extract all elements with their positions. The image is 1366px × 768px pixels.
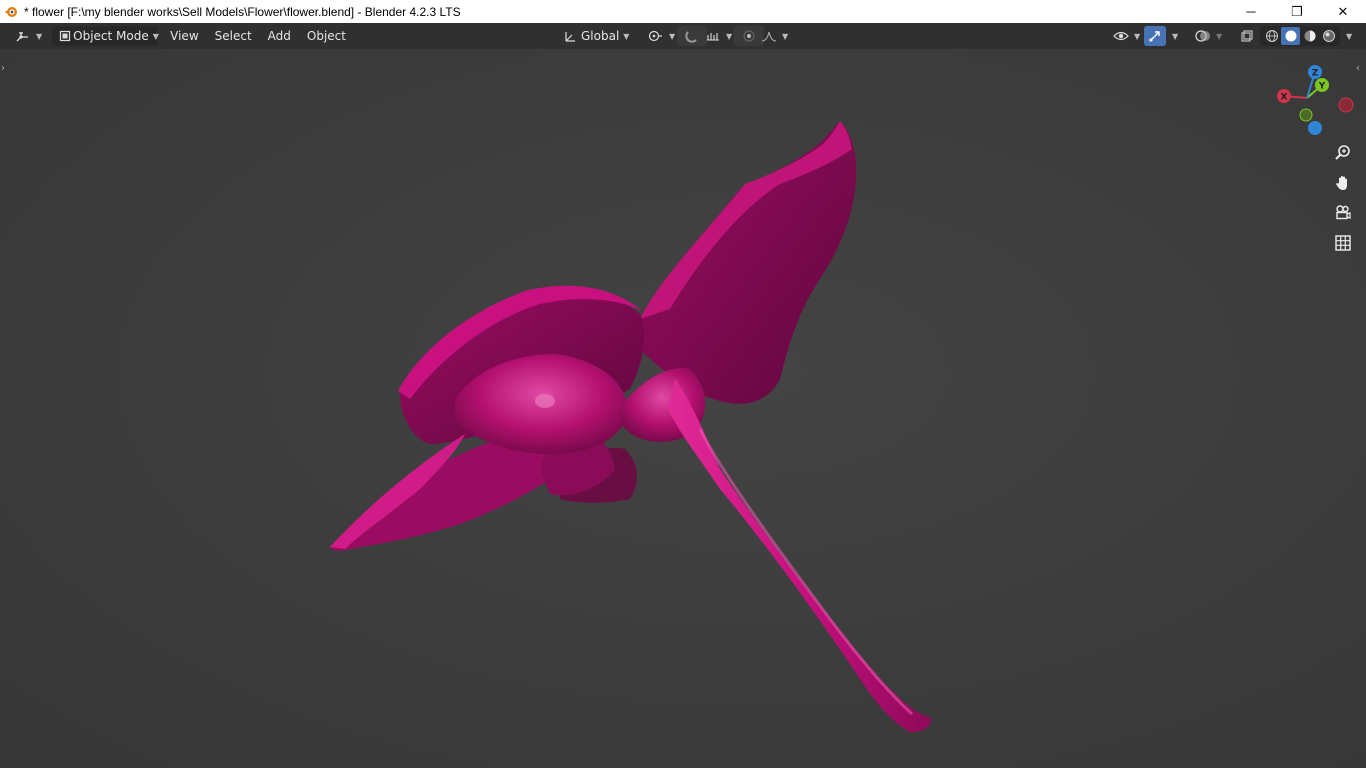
overlays-icon xyxy=(1194,27,1212,45)
wireframe-shading-icon[interactable] xyxy=(1262,27,1281,45)
chevron-down-icon: ▼ xyxy=(726,31,733,41)
minimize-button[interactable]: ─ xyxy=(1228,0,1274,23)
menu-object[interactable]: Object xyxy=(301,26,352,46)
negative-x-axis-icon xyxy=(1338,97,1354,113)
visibility-dropdown[interactable]: ▼ xyxy=(1106,26,1146,46)
navigation-gizmo[interactable]: X Y Z xyxy=(1270,63,1360,143)
perspective-toggle-button[interactable] xyxy=(1329,231,1357,259)
center-highlight xyxy=(535,394,555,408)
window-title: * flower [F:\my blender works\Sell Model… xyxy=(24,4,461,19)
snap-increment-icon xyxy=(704,27,722,45)
camera-view-button[interactable] xyxy=(1329,201,1357,229)
camera-icon xyxy=(1334,204,1352,226)
chevron-down-icon: ▼ xyxy=(1172,31,1179,41)
chevron-down-icon: ▼ xyxy=(623,31,630,41)
negative-z-axis-icon xyxy=(1308,121,1322,135)
viewport-icon xyxy=(14,27,32,45)
gizmo-dropdown[interactable]: ▼ xyxy=(1164,26,1182,46)
object-mode-icon xyxy=(59,27,71,45)
grid-icon xyxy=(1334,234,1352,256)
falloff-curve-icon xyxy=(760,27,778,45)
falloff-dropdown[interactable]: ▼ xyxy=(754,26,794,46)
editor-type-button[interactable]: ▼ xyxy=(8,26,48,46)
y-axis-label: Y xyxy=(1318,82,1326,92)
zoom-icon xyxy=(1334,144,1352,166)
overlays-toggle[interactable]: ▼ xyxy=(1188,26,1228,46)
chevron-down-icon: ▼ xyxy=(782,31,789,41)
flower-model[interactable] xyxy=(0,49,1366,768)
shading-options-dropdown[interactable]: ▼ xyxy=(1338,26,1356,46)
restore-button[interactable]: ❐ xyxy=(1274,0,1320,23)
window-titlebar: * flower [F:\my blender works\Sell Model… xyxy=(0,0,1366,23)
chevron-down-icon: ▼ xyxy=(152,31,159,41)
chevron-down-icon: ▼ xyxy=(1216,31,1223,41)
pivot-point-dropdown[interactable]: ▼ xyxy=(641,26,681,46)
close-button[interactable]: ✕ xyxy=(1320,0,1366,23)
orientation-icon xyxy=(564,27,578,45)
blender-logo-icon xyxy=(0,0,22,23)
mode-label: Object Mode xyxy=(73,29,149,43)
menu-view[interactable]: View xyxy=(164,26,204,46)
material-preview-icon[interactable] xyxy=(1300,27,1319,45)
xray-icon xyxy=(1238,27,1256,45)
shading-mode-group xyxy=(1260,26,1340,46)
hand-icon xyxy=(1334,174,1352,196)
pan-button[interactable] xyxy=(1329,171,1357,199)
menu-select[interactable]: Select xyxy=(209,26,258,46)
gizmo-icon xyxy=(1146,27,1164,45)
orientation-label: Global xyxy=(581,29,620,43)
mode-selector[interactable]: Object Mode ▼ xyxy=(52,26,159,46)
viewport-header: ▼ Object Mode ▼ View Select Add Object G… xyxy=(0,23,1366,49)
3d-viewport[interactable]: › ‹ X Y Z xyxy=(0,49,1366,768)
rendered-shading-icon[interactable] xyxy=(1319,27,1338,45)
chevron-down-icon: ▼ xyxy=(669,31,676,41)
chevron-down-icon: ▼ xyxy=(36,31,43,41)
xray-toggle[interactable] xyxy=(1232,26,1262,46)
solid-shading-icon[interactable] xyxy=(1281,27,1300,45)
stem xyxy=(668,379,932,733)
gizmo-toggle[interactable] xyxy=(1144,26,1166,46)
negative-y-axis-icon xyxy=(1299,108,1313,122)
z-axis-label: Z xyxy=(1312,69,1319,79)
zoom-button[interactable] xyxy=(1329,141,1357,169)
chevron-down-icon: ▼ xyxy=(1346,31,1353,41)
stem-highlight xyxy=(698,428,914,716)
menu-add[interactable]: Add xyxy=(262,26,297,46)
snap-target-dropdown[interactable]: ▼ xyxy=(698,26,738,46)
x-axis-label: X xyxy=(1281,93,1288,103)
chevron-down-icon: ▼ xyxy=(1134,31,1141,41)
eye-icon xyxy=(1112,27,1130,45)
transform-orientation-dropdown[interactable]: Global ▼ xyxy=(558,26,635,46)
pivot-icon xyxy=(647,27,665,45)
